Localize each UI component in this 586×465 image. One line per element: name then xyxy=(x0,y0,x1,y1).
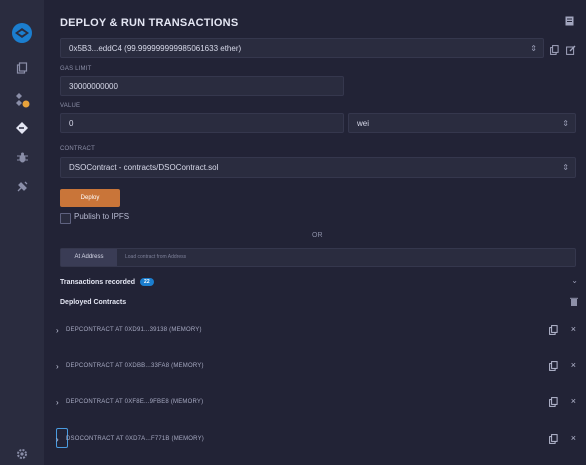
close-icon[interactable]: × xyxy=(571,396,576,406)
close-icon[interactable]: × xyxy=(571,433,576,443)
select-caret-icon: ⇕ xyxy=(562,163,569,172)
account-select[interactable]: 0x5B3...eddC4 (99.999999999985061633 eth… xyxy=(60,38,544,58)
at-address-input[interactable]: Load contract from Address xyxy=(125,249,186,266)
transactions-label: Transactions recorded xyxy=(60,279,136,286)
value-unit-select[interactable]: wei ⇕ xyxy=(348,113,576,133)
chevron-down-icon[interactable]: ⌄ xyxy=(571,276,578,285)
deploy-button[interactable]: Deploy xyxy=(60,189,120,207)
trash-icon[interactable] xyxy=(570,297,578,308)
deployed-contract-item[interactable]: › DEPCONTRACT AT 0XD91...39138 (MEMORY) … xyxy=(52,316,578,346)
plugin-manager-icon[interactable] xyxy=(0,180,44,196)
select-caret-icon: ⇕ xyxy=(530,44,537,53)
deployed-contract-item[interactable]: › DSOCONTRACT AT 0XD7A...F771B (MEMORY) … xyxy=(52,425,578,455)
copy-address-icon[interactable] xyxy=(549,397,558,409)
chevron-right-icon[interactable]: › xyxy=(56,398,59,407)
contract-label: CONTRACT xyxy=(60,146,95,152)
copy-address-icon[interactable] xyxy=(549,361,558,373)
value-unit: wei xyxy=(357,119,370,128)
solidity-compiler-icon[interactable] xyxy=(0,92,44,111)
value-label: VALUE xyxy=(60,103,81,109)
remix-logo-icon[interactable] xyxy=(0,22,44,47)
deployed-contract-label: DEPCONTRACT AT 0XF8E...9FBE8 (MEMORY) xyxy=(66,399,204,405)
deployed-contract-item[interactable]: › DEPCONTRACT AT 0XF8E...9FBE8 (MEMORY) … xyxy=(52,388,578,418)
chevron-right-icon[interactable]: › xyxy=(56,326,59,335)
gas-limit-label: GAS LIMIT xyxy=(60,66,92,72)
or-divider: OR xyxy=(312,232,323,239)
deploy-run-icon[interactable] xyxy=(0,121,44,138)
close-icon[interactable]: × xyxy=(571,360,576,370)
transactions-recorded[interactable]: Transactions recorded 22 xyxy=(60,278,154,286)
edit-account-icon[interactable] xyxy=(566,42,576,60)
deployed-contract-label: DEPCONTRACT AT 0XD91...39138 (MEMORY) xyxy=(66,327,202,333)
close-icon[interactable]: × xyxy=(571,324,576,334)
remix-app: DEPLOY & RUN TRANSACTIONS 0x5B3...eddC4 … xyxy=(0,0,586,465)
gas-limit-input[interactable]: 30000000000 xyxy=(60,76,344,96)
at-address-button[interactable]: At Address xyxy=(61,249,117,266)
publish-ipfs-checkbox[interactable] xyxy=(60,213,71,224)
transactions-count-badge: 22 xyxy=(140,278,154,286)
contract-selected: DSOContract - contracts/DSOContract.sol xyxy=(69,163,219,172)
deployed-contract-label: DSOCONTRACT AT 0XD7A...F771B (MEMORY) xyxy=(66,436,204,442)
deployed-contract-label: DEPCONTRACT AT 0XDBB...33FA8 (MEMORY) xyxy=(66,363,204,369)
icon-sidebar xyxy=(0,0,45,465)
deployed-contract-item[interactable]: › DEPCONTRACT AT 0XDBB...33FA8 (MEMORY) … xyxy=(52,352,578,382)
panel-title: DEPLOY & RUN TRANSACTIONS xyxy=(60,17,239,29)
account-value: 0x5B3...eddC4 (99.999999999985061633 eth… xyxy=(69,44,242,53)
chevron-right-icon[interactable]: › xyxy=(56,435,59,444)
copy-address-icon[interactable] xyxy=(549,434,558,446)
copy-address-icon[interactable] xyxy=(549,325,558,337)
deploy-run-panel: DEPLOY & RUN TRANSACTIONS 0x5B3...eddC4 … xyxy=(44,0,586,465)
copy-account-icon[interactable] xyxy=(550,42,559,60)
chevron-right-icon[interactable]: › xyxy=(56,362,59,371)
panel-doc-icon[interactable] xyxy=(565,16,574,29)
select-caret-icon: ⇕ xyxy=(562,119,569,128)
value-amount: 0 xyxy=(69,119,74,128)
value-input[interactable]: 0 xyxy=(60,113,344,133)
at-address-group: At Address Load contract from Address xyxy=(60,248,576,267)
debugger-icon[interactable] xyxy=(0,151,44,167)
publish-ipfs-label: Publish to IPFS xyxy=(74,212,130,221)
settings-gear-icon[interactable] xyxy=(0,448,44,463)
contract-select[interactable]: DSOContract - contracts/DSOContract.sol … xyxy=(60,157,576,178)
deployed-contracts-title: Deployed Contracts xyxy=(60,299,127,306)
gas-limit-value: 30000000000 xyxy=(69,82,118,91)
file-explorer-icon[interactable] xyxy=(0,62,44,77)
